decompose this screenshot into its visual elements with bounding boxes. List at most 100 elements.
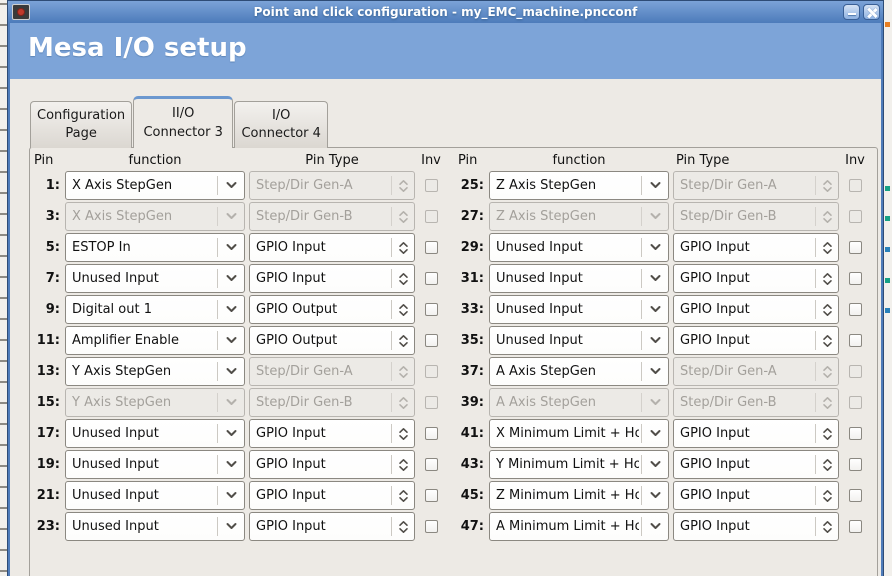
pin-row: 29:Unused InputGPIO Input <box>456 233 867 262</box>
function-select[interactable]: Unused Input <box>65 481 245 510</box>
pin-type-value: Step/Dir Gen-A <box>256 364 389 379</box>
pin-type-select[interactable]: GPIO Output <box>249 295 415 324</box>
spinner-up-down-icon <box>816 271 838 287</box>
pin-type-select[interactable]: GPIO Input <box>673 512 839 541</box>
function-select[interactable]: Unused Input <box>489 264 669 293</box>
function-select[interactable]: Unused Input <box>65 264 245 293</box>
inv-checkbox[interactable] <box>425 489 438 502</box>
titlebar[interactable]: Point and click configuration - my_EMC_m… <box>8 1 883 23</box>
window-body: Mesa I/O setup Configuration Page II/O C… <box>10 23 881 576</box>
minimize-button[interactable] <box>843 4 860 20</box>
function-select[interactable]: Unused Input <box>489 233 669 262</box>
function-select[interactable]: A Minimum Limit + Hor <box>489 512 669 541</box>
pin-type-select[interactable]: GPIO Input <box>673 450 839 479</box>
close-button[interactable] <box>863 4 880 20</box>
pin-row: 31:Unused InputGPIO Input <box>456 264 867 293</box>
tab-label-line: Page <box>37 125 125 143</box>
inv-checkbox[interactable] <box>425 303 438 316</box>
spinner-up-down-icon <box>392 302 414 318</box>
inv-checkbox[interactable] <box>425 427 438 440</box>
function-select: Z Axis StepGen <box>489 202 669 231</box>
function-value: Unused Input <box>496 302 639 317</box>
inv-checkbox[interactable] <box>849 458 862 471</box>
function-select[interactable]: Unused Input <box>489 295 669 324</box>
function-select[interactable]: Z Minimum Limit + Hor <box>489 481 669 510</box>
tab-io-connector-4[interactable]: I/O Connector 4 <box>234 101 328 148</box>
chevron-down-icon <box>218 367 244 376</box>
pin-number-label: 5: <box>32 240 61 255</box>
function-select[interactable]: ESTOP In <box>65 233 245 262</box>
function-select[interactable]: X Axis StepGen <box>65 171 245 200</box>
chevron-down-icon <box>218 274 244 283</box>
pin-type-select[interactable]: GPIO Input <box>249 512 415 541</box>
pin-type-select[interactable]: GPIO Input <box>249 419 415 448</box>
inv-checkbox[interactable] <box>425 458 438 471</box>
pin-type-select: Step/Dir Gen-A <box>249 171 415 200</box>
pin-number-label: 39: <box>456 395 485 410</box>
tab-label-line: Connector 4 <box>241 125 321 143</box>
pin-type-value: GPIO Input <box>680 240 813 255</box>
function-select[interactable]: Unused Input <box>65 512 245 541</box>
chevron-down-icon <box>218 305 244 314</box>
inv-checkbox[interactable] <box>849 272 862 285</box>
pin-type-select[interactable]: GPIO Input <box>249 481 415 510</box>
pin-row: 19:Unused InputGPIO Input <box>32 450 443 479</box>
tab-io-connector-3[interactable]: II/O Connector 3 <box>133 96 233 148</box>
function-column-header: function <box>65 153 245 168</box>
background-icon <box>885 22 890 27</box>
pin-type-select[interactable]: GPIO Input <box>673 481 839 510</box>
chevron-down-icon <box>642 367 668 376</box>
function-select[interactable]: Unused Input <box>65 450 245 479</box>
pin-type-select[interactable]: GPIO Input <box>673 295 839 324</box>
function-select[interactable]: A Axis StepGen <box>489 357 669 386</box>
spinner-up-down-icon <box>392 209 414 225</box>
function-select[interactable]: Unused Input <box>65 419 245 448</box>
pin-number-label: 13: <box>32 364 61 379</box>
function-select[interactable]: X Minimum Limit + Hor <box>489 419 669 448</box>
inv-checkbox[interactable] <box>849 427 862 440</box>
pin-type-select[interactable]: GPIO Input <box>249 264 415 293</box>
inv-checkbox[interactable] <box>425 334 438 347</box>
function-select[interactable]: Z Axis StepGen <box>489 171 669 200</box>
pin-type-value: Step/Dir Gen-B <box>256 209 389 224</box>
function-select[interactable]: Digital out 1 <box>65 295 245 324</box>
app-icon <box>12 4 30 20</box>
pin-row: 1:X Axis StepGenStep/Dir Gen-A <box>32 171 443 200</box>
function-value: A Axis StepGen <box>496 395 639 410</box>
pin-type-select[interactable]: GPIO Input <box>673 419 839 448</box>
function-select[interactable]: Y Minimum Limit + Hor <box>489 450 669 479</box>
inv-checkbox[interactable] <box>849 334 862 347</box>
pin-type-select[interactable]: GPIO Input <box>249 450 415 479</box>
inv-checkbox[interactable] <box>849 241 862 254</box>
tab-configuration-page[interactable]: Configuration Page <box>30 101 132 148</box>
function-value: Unused Input <box>496 271 639 286</box>
function-value: X Axis StepGen <box>72 178 215 193</box>
pin-type-value: GPIO Input <box>256 240 389 255</box>
inv-checkbox[interactable] <box>849 489 862 502</box>
function-select[interactable]: Amplifier Enable <box>65 326 245 355</box>
pin-row: 45:Z Minimum Limit + HorGPIO Input <box>456 481 867 510</box>
pin-type-select[interactable]: GPIO Input <box>673 326 839 355</box>
spinner-up-down-icon <box>392 178 414 194</box>
pin-table-right: Pin function Pin Type Inv 25:Z Axis Step… <box>456 151 867 543</box>
function-select[interactable]: Y Axis StepGen <box>65 357 245 386</box>
inv-checkbox[interactable] <box>849 520 862 533</box>
inv-checkbox[interactable] <box>425 272 438 285</box>
function-value: A Minimum Limit + Hor <box>496 519 639 534</box>
pin-type-select[interactable]: GPIO Input <box>249 233 415 262</box>
pin-type-select[interactable]: GPIO Input <box>673 264 839 293</box>
pin-row: 21:Unused InputGPIO Input <box>32 481 443 510</box>
table-header-row: Pin function Pin Type Inv <box>32 151 443 169</box>
chevron-down-icon <box>642 243 668 252</box>
table-header-row: Pin function Pin Type Inv <box>456 151 867 169</box>
chevron-down-icon <box>218 491 244 500</box>
pin-type-select[interactable]: GPIO Input <box>673 233 839 262</box>
function-select[interactable]: Unused Input <box>489 326 669 355</box>
pin-type-select[interactable]: GPIO Output <box>249 326 415 355</box>
spinner-up-down-icon <box>816 240 838 256</box>
function-value: Unused Input <box>72 488 215 503</box>
function-value: Unused Input <box>496 333 639 348</box>
inv-checkbox[interactable] <box>425 241 438 254</box>
inv-checkbox[interactable] <box>849 303 862 316</box>
inv-checkbox[interactable] <box>425 520 438 533</box>
